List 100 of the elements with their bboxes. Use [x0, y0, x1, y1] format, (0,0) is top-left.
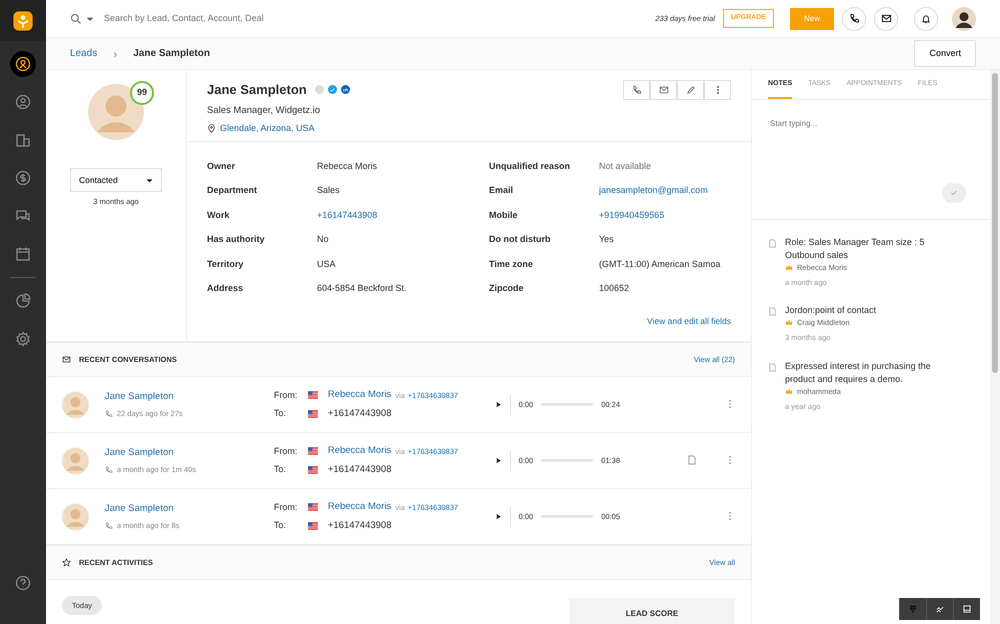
- caller-link[interactable]: Rebecca Moris: [328, 444, 392, 458]
- avatar: [62, 390, 89, 418]
- monitor-icon: [962, 604, 972, 614]
- star-icon: [62, 558, 71, 567]
- phone-icon: [632, 85, 642, 95]
- envelope-icon: [62, 355, 71, 364]
- play-icon: [494, 512, 502, 520]
- chat-icon[interactable]: [15, 208, 31, 224]
- sidebar-item[interactable]: [10, 51, 36, 77]
- envelope-icon: [658, 85, 668, 95]
- phone-icon: [104, 466, 113, 474]
- score-badge: 99: [130, 81, 154, 105]
- field-value: USA: [317, 258, 336, 270]
- field-value[interactable]: +919940459565: [599, 208, 664, 222]
- field-label: Has authority: [207, 233, 266, 246]
- flag-icon: [306, 390, 320, 400]
- to-label: To:: [274, 462, 287, 476]
- flag-icon: [306, 502, 320, 512]
- bell-icon: [921, 14, 931, 24]
- contact-link[interactable]: Jane Sampleton: [104, 502, 274, 516]
- transfer-button[interactable]: [926, 598, 953, 620]
- field-label: Zipcode: [489, 282, 525, 295]
- note-icon: [768, 306, 777, 318]
- phone-number: +16147443908: [328, 462, 392, 476]
- field-value[interactable]: +16147443908: [317, 208, 378, 222]
- arrows-icon: [935, 604, 945, 614]
- caret-icon[interactable]: [86, 14, 94, 23]
- phone-number: +16147443908: [328, 518, 392, 532]
- field-label: Do not disturb: [489, 233, 552, 246]
- user-avatar[interactable]: [952, 6, 976, 31]
- field-value: Sales: [317, 184, 340, 197]
- field-label: Time zone: [489, 258, 534, 270]
- edit-button[interactable]: [677, 80, 704, 100]
- lead-name: Jane Sampleton: [207, 81, 307, 99]
- field-label: Territory: [207, 258, 244, 271]
- crown-icon: [785, 388, 793, 395]
- call-button[interactable]: [842, 6, 866, 31]
- field-value: No: [317, 233, 329, 246]
- caller-link[interactable]: Rebecca Moris: [328, 500, 392, 514]
- contact-link[interactable]: Jane Sampleton: [104, 446, 274, 460]
- person-icon[interactable]: [15, 94, 31, 110]
- lead-score-panel: LEAD SCORE: [569, 598, 735, 624]
- field-value[interactable]: janesampleton@gmail.com: [599, 184, 708, 198]
- location-pin-icon: [207, 124, 216, 133]
- person-icon[interactable]: [15, 56, 31, 72]
- check-icon: [950, 188, 958, 196]
- field-label: Department: [207, 184, 258, 197]
- field-label: Work: [207, 208, 230, 222]
- flag-icon: [306, 520, 320, 531]
- calendar-icon[interactable]: [15, 246, 31, 262]
- from-label: From:: [274, 444, 298, 458]
- logo-icon: [12, 10, 34, 32]
- help-icon[interactable]: [15, 575, 31, 591]
- view-all-fields-link[interactable]: View and edit all fields: [647, 315, 731, 328]
- caret-icon: [146, 176, 153, 184]
- field-label: Email: [489, 184, 514, 197]
- caller-link[interactable]: Rebecca Moris: [328, 388, 392, 402]
- field-value: 100652: [599, 282, 630, 295]
- avatar: [62, 502, 89, 530]
- flag-icon: [306, 408, 320, 419]
- avatar: [62, 446, 89, 474]
- field-value: Yes: [599, 233, 614, 246]
- breadcrumb-current: Jane Sampleton: [133, 47, 210, 62]
- building-icon[interactable]: [15, 132, 31, 148]
- field-label: Owner: [207, 160, 236, 172]
- dialpad-icon: [908, 604, 918, 614]
- note-text: Role: Sales Manager Team size : 5 Outbound sales: [785, 236, 926, 262]
- scrollbar[interactable]: [992, 73, 998, 373]
- search-icon[interactable]: [70, 12, 82, 25]
- field-value: Rebecca Moris: [317, 160, 378, 172]
- play-icon: [494, 400, 502, 408]
- field-value: (GMT-11:00) American Samoa: [599, 258, 720, 271]
- field-value: 604-5854 Beckford St.: [317, 282, 407, 295]
- phone-icon: [104, 522, 113, 530]
- breadcrumb-link[interactable]: Leads: [70, 46, 98, 62]
- dollar-icon[interactable]: [15, 170, 31, 186]
- phone-number: +16147443908: [328, 406, 392, 420]
- status-dropdown[interactable]: Contacted: [70, 168, 162, 192]
- from-label: From:: [274, 388, 298, 402]
- twitter-icon[interactable]: [328, 85, 337, 94]
- screen-button[interactable]: [953, 598, 980, 620]
- dialpad-button[interactable]: [899, 598, 926, 620]
- linkedin-icon[interactable]: [340, 85, 350, 94]
- note-text: Jordon:point of contact: [785, 304, 878, 318]
- to-label: To:: [274, 406, 287, 420]
- pie-chart-icon[interactable]: [15, 293, 31, 309]
- field-label: Address: [207, 282, 244, 295]
- location-link[interactable]: Glendale, Arizona, USA: [220, 122, 315, 136]
- notifications-button[interactable]: [914, 6, 938, 31]
- settings-icon[interactable]: [15, 331, 31, 347]
- phone-icon: [848, 13, 860, 24]
- contact-link[interactable]: Jane Sampleton: [104, 390, 274, 404]
- email-button[interactable]: [874, 6, 898, 31]
- crown-icon: [785, 264, 793, 271]
- envelope-icon: [880, 13, 892, 24]
- note-icon: [768, 238, 777, 248]
- convert-button[interactable]: Convert: [914, 40, 976, 68]
- crown-icon: [785, 319, 793, 326]
- field-label: Unqualified reason: [489, 160, 572, 173]
- from-label: From:: [274, 500, 298, 514]
